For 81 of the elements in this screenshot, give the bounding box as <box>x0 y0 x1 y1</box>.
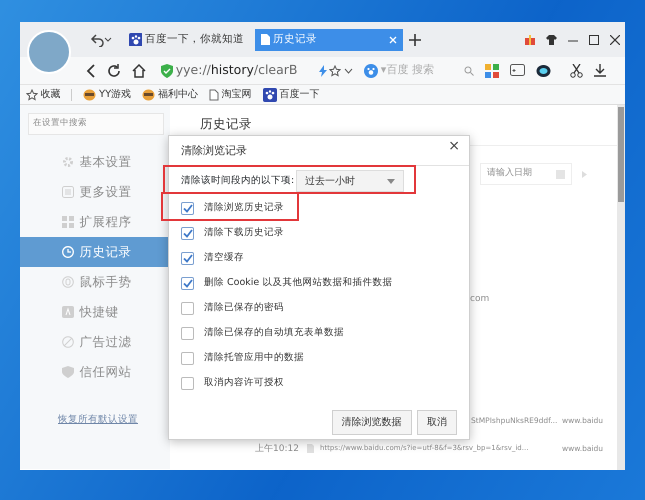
bookmark[interactable]: 收藏 <box>26 87 60 102</box>
page-icon <box>261 34 270 45</box>
download-icon[interactable] <box>594 64 606 77</box>
paw-icon <box>129 33 142 46</box>
star-icon <box>26 88 38 100</box>
sidebar-item[interactable]: 历史记录 <box>20 237 170 267</box>
sidebar-item[interactable]: 广告过滤 <box>20 327 170 357</box>
calendar-icon <box>556 170 565 178</box>
bookmark[interactable]: 淘宝网 <box>208 87 252 102</box>
checkbox[interactable] <box>181 227 194 240</box>
mouse-icon <box>62 276 74 288</box>
sidebar-item[interactable]: 更多设置 <box>20 177 170 207</box>
checkbox[interactable] <box>181 277 194 290</box>
shield-icon <box>161 64 173 78</box>
gift-icon[interactable] <box>524 34 534 44</box>
gear-icon <box>62 156 74 168</box>
clear-data-button[interactable]: 清除浏览数据 <box>332 410 412 435</box>
reset-link[interactable]: 恢复所有默认设置 <box>58 413 138 428</box>
range-select[interactable]: 过去一小时 <box>296 170 404 192</box>
gamepad-icon[interactable] <box>510 64 524 78</box>
avatar-circle[interactable] <box>27 30 71 74</box>
page-icon <box>208 88 219 100</box>
checkbox[interactable] <box>181 352 194 365</box>
sidebar-item[interactable]: 扩展程序 <box>20 207 170 237</box>
checkbox[interactable] <box>181 327 194 340</box>
cancel-button[interactable]: 取消 <box>417 410 457 435</box>
bookmark[interactable]: 福利中心 <box>142 87 198 102</box>
checkbox[interactable] <box>181 302 194 315</box>
range-label: 清除该时间段内的以下项: <box>181 174 294 188</box>
checkbox-label: 清除下载历史记录 <box>204 226 284 240</box>
checkbox-label: 取消内容许可授权 <box>204 376 284 390</box>
sidebar-item[interactable]: 鼠标手势 <box>20 267 170 297</box>
url-text: com <box>470 293 490 306</box>
sidebar-item[interactable]: 基本设置 <box>20 147 170 177</box>
bookmark[interactable]: YY游戏 <box>83 87 132 102</box>
close-icon[interactable] <box>610 34 620 44</box>
date-field[interactable]: 请输入日期 <box>480 163 572 185</box>
time-text: 上午10:12 <box>255 443 299 456</box>
checkbox-label: 清除已保存的密码 <box>204 301 284 316</box>
star-icon <box>329 64 342 76</box>
ban-icon <box>62 336 74 348</box>
undo-icon[interactable] <box>90 32 112 46</box>
caret-icon <box>387 178 396 184</box>
page-icon <box>307 444 314 453</box>
search-field[interactable]: ▾百度 搜索 <box>364 62 474 79</box>
paw-icon <box>364 64 378 78</box>
search-icon <box>464 66 474 76</box>
scrollbar-thumb[interactable] <box>618 107 624 202</box>
key-icon <box>62 306 74 318</box>
bookmark[interactable]: 百度一下 <box>262 87 320 102</box>
checkbox[interactable] <box>181 377 194 390</box>
paw-icon <box>262 88 277 102</box>
reload-icon[interactable] <box>107 64 121 78</box>
maximize-icon[interactable] <box>588 34 598 44</box>
caret-icon <box>344 68 353 74</box>
checkbox-label: 清除浏览历史记录 <box>204 201 284 216</box>
close-button[interactable]: × <box>445 136 463 157</box>
checkbox-label: 删除 Cookie 以及其他网站数据和插件数据 <box>204 276 392 290</box>
page-title: 历史记录 <box>200 115 253 133</box>
back-icon[interactable] <box>86 64 96 78</box>
address-bar[interactable]: yye://history/clearB <box>161 61 353 80</box>
sidebar-item[interactable]: 信任网站 <box>20 357 170 387</box>
new-tab-icon[interactable] <box>408 34 421 46</box>
search-field[interactable]: 在设置中搜索 <box>28 113 164 135</box>
checkbox[interactable] <box>181 202 194 215</box>
checkbox-label: 清除已保存的自动填充表单数据 <box>204 326 344 340</box>
lightning-icon <box>318 64 326 76</box>
checkbox-label: 清除托管应用中的数据 <box>204 351 304 366</box>
home-icon[interactable] <box>132 64 146 78</box>
shirt-icon[interactable] <box>546 34 556 44</box>
scissors-icon[interactable] <box>570 64 582 78</box>
apps-icon[interactable] <box>484 64 498 78</box>
grid-icon <box>62 216 74 228</box>
checkbox-label: 清空缓存 <box>204 251 244 266</box>
tab[interactable]: 历史记录 <box>255 28 404 50</box>
list-icon <box>62 186 74 198</box>
shield-icon <box>62 366 74 378</box>
clock-icon <box>62 246 74 258</box>
tab[interactable]: 百度一下，你就知道 <box>123 28 250 50</box>
checkbox[interactable] <box>181 252 194 265</box>
sidebar-item[interactable]: 快捷键 <box>20 297 170 327</box>
